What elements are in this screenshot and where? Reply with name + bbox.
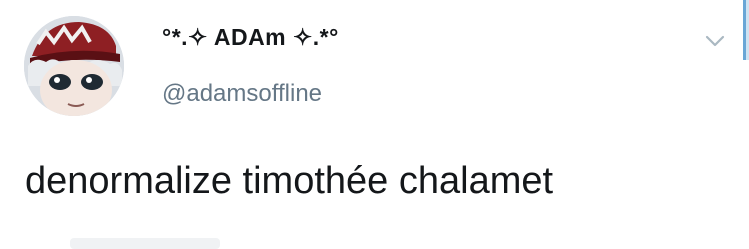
tweet-card: °*.✧ ADAm ✧.*° @adamsoffline denormalize… (0, 0, 749, 249)
scrollbar-thumb[interactable] (743, 0, 746, 60)
chevron-down-icon[interactable] (702, 28, 728, 54)
avatar[interactable] (24, 16, 124, 116)
display-name[interactable]: °*.✧ ADAm ✧.*° (162, 24, 339, 51)
avatar-illustration (24, 16, 124, 116)
user-handle[interactable]: @adamsoffline (162, 80, 322, 108)
timestamp-placeholder (70, 238, 220, 249)
tweet-text: denormalize timothée chalamet (25, 160, 554, 202)
